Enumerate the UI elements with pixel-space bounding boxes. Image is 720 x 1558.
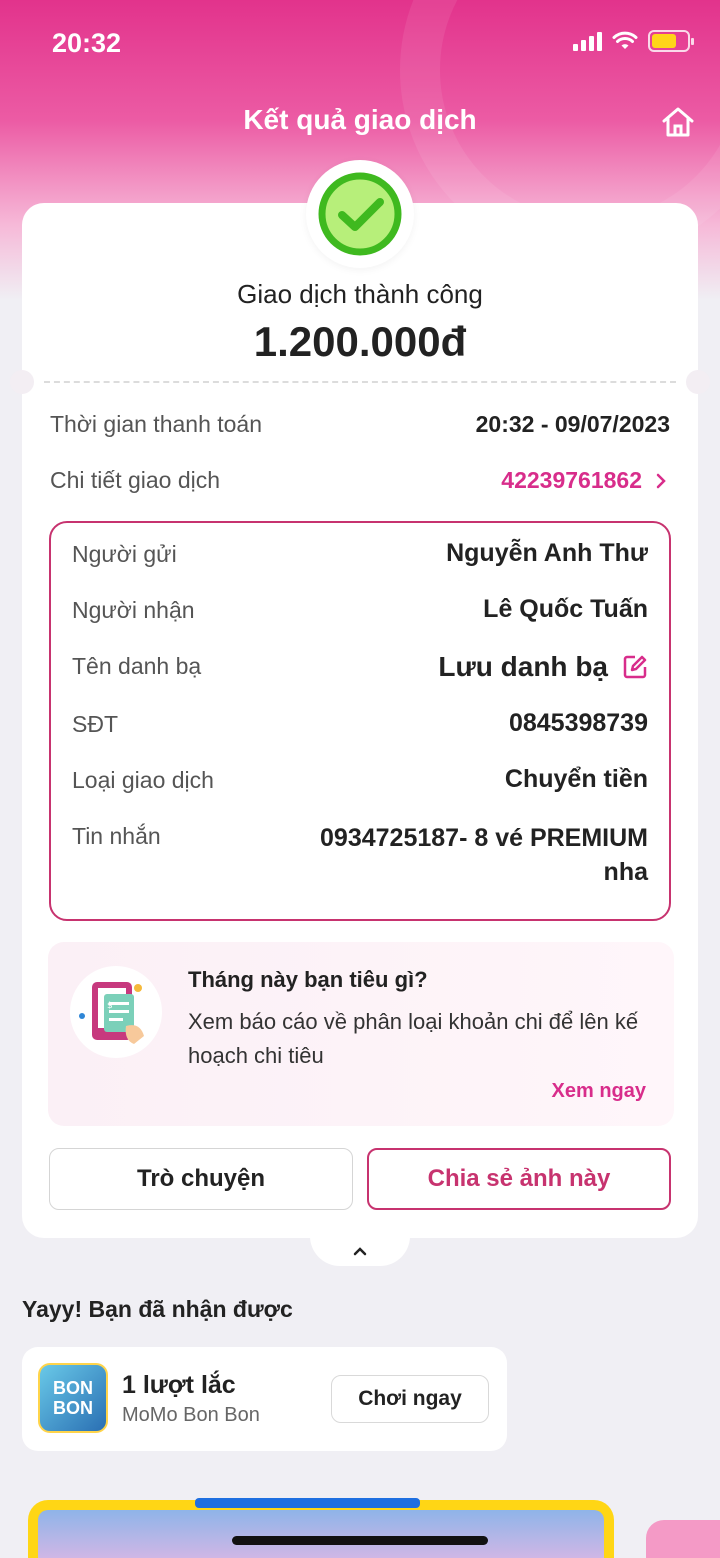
signal-icon bbox=[573, 31, 602, 51]
svg-text:$: $ bbox=[107, 1001, 113, 1011]
success-status: Giao dịch thành công bbox=[237, 279, 483, 309]
message-value: 0934725187- 8 vé PREMIUM nha bbox=[320, 821, 648, 889]
game-banner[interactable] bbox=[28, 1500, 614, 1558]
bonbon-logo-line: BON bbox=[53, 1378, 93, 1398]
card-notch bbox=[686, 370, 710, 394]
page-title: Kết quả giao dịch bbox=[243, 104, 477, 135]
contact-name-label: Tên danh bạ bbox=[72, 653, 202, 679]
save-contact-label: Lưu danh bạ bbox=[438, 651, 608, 682]
message-label: Tin nhắn bbox=[72, 823, 161, 849]
promo-description: Xem báo cáo về phân loại khoản chi để lê… bbox=[188, 1009, 639, 1068]
wifi-icon bbox=[612, 31, 638, 49]
transaction-id: 42239761862 bbox=[501, 467, 642, 493]
save-contact-button[interactable]: Lưu danh bạ bbox=[438, 651, 648, 683]
view-now-link[interactable]: Xem ngay bbox=[552, 1080, 646, 1103]
chevron-up-icon bbox=[353, 1247, 367, 1256]
divider bbox=[44, 381, 676, 383]
sender-value: Nguyễn Anh Thư bbox=[446, 539, 648, 567]
home-indicator bbox=[232, 1536, 488, 1545]
success-badge bbox=[306, 160, 414, 268]
chat-button[interactable]: Trò chuyện bbox=[49, 1148, 353, 1210]
bonbon-game-icon: BON BON bbox=[38, 1363, 108, 1433]
payment-time-value: 20:32 - 09/07/2023 bbox=[475, 411, 670, 437]
card-notch bbox=[10, 370, 34, 394]
payment-time-label: Thời gian thanh toán bbox=[50, 411, 263, 437]
transaction-type-label: Loại giao dịch bbox=[72, 767, 214, 793]
transaction-detail-label: Chi tiết giao dịch bbox=[50, 467, 221, 493]
promo-title: Tháng này bạn tiêu gì? bbox=[188, 967, 428, 992]
message-line: nha bbox=[603, 858, 648, 886]
sender-label: Người gửi bbox=[72, 541, 177, 567]
share-image-button[interactable]: Chia sẻ ảnh này bbox=[367, 1148, 671, 1210]
edit-icon bbox=[623, 655, 647, 679]
chevron-right-icon bbox=[656, 473, 666, 488]
message-line: 0934725187- 8 vé PREMIUM bbox=[320, 824, 648, 852]
battery-icon bbox=[648, 30, 694, 52]
reward-subtitle: MoMo Bon Bon bbox=[122, 1404, 260, 1426]
reward-title: 1 lượt lắc bbox=[122, 1371, 236, 1399]
phone-value: 0845398739 bbox=[508, 709, 648, 737]
transaction-amount: 1.200.000đ bbox=[253, 318, 467, 365]
banner-top-strip bbox=[195, 1498, 420, 1508]
phone-label: SĐT bbox=[72, 711, 118, 737]
transaction-type-value: Chuyển tiền bbox=[504, 765, 648, 793]
bonbon-logo-line: BON bbox=[53, 1398, 93, 1418]
collapse-toggle[interactable] bbox=[310, 1236, 410, 1266]
status-bar: 20:32 bbox=[0, 0, 720, 90]
check-circle-icon bbox=[318, 172, 402, 256]
play-now-button[interactable]: Chơi ngay bbox=[331, 1375, 489, 1423]
spending-report-icon: $ bbox=[70, 966, 162, 1058]
home-icon[interactable] bbox=[660, 104, 696, 140]
transaction-id-link[interactable]: 42239761862 bbox=[501, 467, 666, 494]
status-icons bbox=[573, 30, 694, 52]
receiver-label: Người nhận bbox=[72, 597, 195, 623]
status-time: 20:32 bbox=[52, 28, 122, 58]
side-banner[interactable] bbox=[646, 1520, 720, 1558]
receiver-value: Lê Quốc Tuấn bbox=[483, 595, 648, 623]
rewards-title: Yayy! Bạn đã nhận được bbox=[22, 1296, 293, 1322]
